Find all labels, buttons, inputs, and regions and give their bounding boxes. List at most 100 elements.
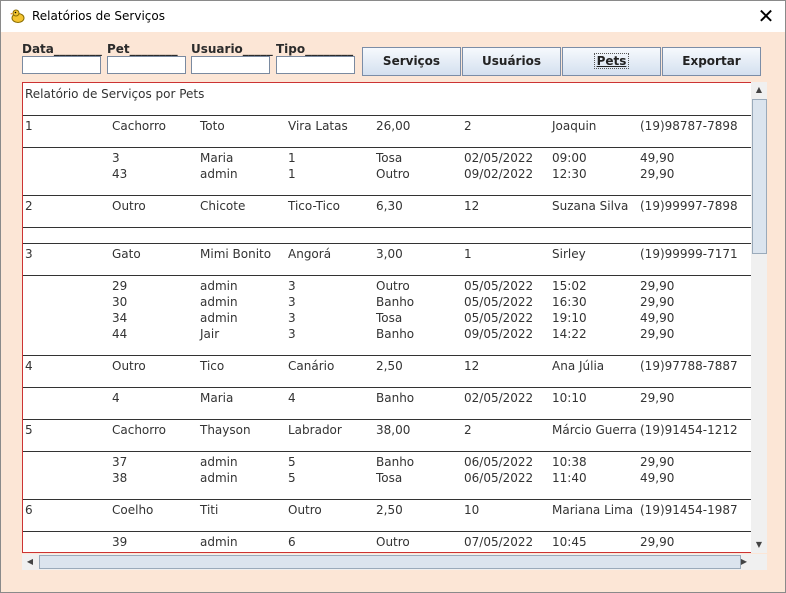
service-row-cell: Banho (376, 327, 415, 341)
service-row-cell: Jair (200, 327, 220, 341)
pet-row-cell: Cachorro (112, 119, 167, 133)
service-row-cell: 3 (288, 327, 296, 341)
pet-row: 5 Cachorro Thayson Labrador 38,00 2 Márcio Gue… (23, 423, 751, 439)
service-row-cell: 4 (288, 391, 296, 405)
service-row-cell: Tosa (376, 311, 403, 325)
pet-row: 3 Gato Mimi Bonito Angorá 3,00 1 Sirley (19)999… (23, 247, 751, 263)
row-separator (23, 115, 751, 116)
pet-row: 4 Outro Tico Canário 2,50 12 Ana Júlia (19)9778… (23, 359, 751, 375)
service-row-cell: 37 (112, 455, 128, 469)
filter-label-tipo: Tipo________ (276, 42, 354, 56)
pet-row-cell: 10 (464, 503, 480, 517)
pet-row-cell: 38,00 (376, 423, 411, 437)
close-icon[interactable]: ✕ (755, 4, 777, 28)
service-row-cell: 02/05/2022 (464, 151, 534, 165)
pet-row-cell: 2 (25, 199, 33, 213)
pet-row-cell: Coelho (112, 503, 154, 517)
pet-row-cell: 2 (464, 119, 472, 133)
service-row-cell: 3 (288, 295, 296, 309)
service-row-cell: 19:10 (552, 311, 587, 325)
scroll-right-icon[interactable]: ▶ (736, 554, 752, 570)
service-row-cell: 15:02 (552, 279, 587, 293)
pet-row: 2 Outro Chicote Tico-Tico 6,30 12 Suzana Silva… (23, 199, 751, 215)
vertical-scroll-thumb[interactable] (752, 99, 767, 254)
pet-row-cell: 6,30 (376, 199, 403, 213)
pet-row-cell: 3,00 (376, 247, 403, 261)
app-duck-icon (10, 9, 25, 23)
service-row-cell: 6 (288, 535, 296, 549)
scroll-up-icon[interactable]: ▲ (751, 82, 767, 98)
pet-row-cell: 1 (25, 119, 33, 133)
service-row-cell: 3 (112, 151, 120, 165)
service-row-cell: 29,90 (640, 327, 675, 341)
pets-button[interactable]: Pets (562, 47, 661, 76)
service-row-cell: 34 (112, 311, 128, 325)
service-row-cell: Outro (376, 167, 410, 181)
pet-row-cell: 12 (464, 199, 480, 213)
service-row-cell: 38 (112, 471, 128, 485)
pet-row-cell: Joaquin (552, 119, 597, 133)
service-row: 38 admin 5 Tosa 06/05/2022 11:40 49,90 (23, 471, 751, 487)
service-row-cell: admin (200, 167, 238, 181)
service-row-cell: 10:45 (552, 535, 587, 549)
vertical-scrollbar[interactable]: ▲ ▼ (751, 82, 767, 553)
pet-row-cell: 3 (25, 247, 33, 261)
pet-row-cell: 4 (25, 359, 33, 373)
service-row: 29 admin 3 Outro 05/05/2022 15:02 29,90 (23, 279, 751, 295)
exportar-button[interactable]: Exportar (662, 47, 761, 76)
tipo-field[interactable] (276, 56, 355, 74)
pet-row-cell: Angorá (288, 247, 332, 261)
service-row-cell: admin (200, 535, 238, 549)
service-row-cell: 5 (288, 471, 296, 485)
service-row: 34 admin 3 Tosa 05/05/2022 19:10 49,90 (23, 311, 751, 327)
usuarios-button[interactable]: Usuários (462, 47, 561, 76)
horizontal-scroll-thumb[interactable] (39, 555, 741, 569)
service-row-cell: admin (200, 455, 238, 469)
service-row-cell: 29,90 (640, 455, 675, 469)
report-area[interactable]: Relatório de Serviços por Pets 1 Cachorro… (22, 82, 752, 553)
service-row: 3 Maria 1 Tosa 02/05/2022 09:00 49,90 (23, 151, 751, 167)
service-row-cell: 10:10 (552, 391, 587, 405)
row-separator (23, 147, 751, 148)
report-window: Relatórios de Serviços ✕ Data________ Pe… (0, 0, 786, 593)
service-row-cell: admin (200, 295, 238, 309)
pet-row-cell: Canário (288, 359, 335, 373)
pet-row-cell: Márcio Guerra (552, 423, 637, 437)
service-row-cell: Banho (376, 391, 415, 405)
scroll-left-icon[interactable]: ◀ (22, 554, 38, 570)
pet-row-cell: Tico-Tico (288, 199, 340, 213)
service-row-cell: 49,90 (640, 151, 675, 165)
service-row-cell: 45 (112, 551, 127, 552)
pet-row-cell: Ana Júlia (552, 359, 605, 373)
row-separator (23, 387, 751, 388)
pet-row-cell: 1 (464, 247, 472, 261)
pet-row-cell: Suzana Silva (552, 199, 629, 213)
report-heading: Relatório de Serviços por Pets (25, 87, 205, 101)
service-row-cell: 06/05/2022 (464, 471, 534, 485)
service-row-cell: 6 (288, 551, 296, 552)
servicos-button[interactable]: Serviços (362, 47, 461, 76)
service-row-cell: Tosa (376, 551, 402, 552)
usuario-field[interactable] (191, 56, 270, 74)
service-row-cell: Banho (376, 455, 415, 469)
service-row-cell: 4 (112, 391, 120, 405)
scroll-down-icon[interactable]: ▼ (751, 537, 767, 553)
service-row-cell: 05/05/2022 (464, 295, 534, 309)
service-row-cell: 07/05/2022 (464, 535, 534, 549)
service-row: 39 admin 6 Outro 07/05/2022 10:45 29,90 (23, 535, 751, 551)
data-field[interactable] (22, 56, 101, 74)
pet-field[interactable] (107, 56, 186, 74)
service-row-cell: 49,90 (640, 471, 675, 485)
service-row-cell: 12:30 (552, 167, 587, 181)
service-row-cell: 09/05/2022 (464, 551, 533, 552)
service-row-cell: 29,90 (640, 279, 675, 293)
pet-row-cell: 12 (464, 359, 480, 373)
service-row-cell: 29,90 (640, 535, 675, 549)
window-title: Relatórios de Serviços (32, 9, 165, 23)
title-bar: Relatórios de Serviços ✕ (1, 1, 785, 32)
pet-row-cell: Sirley (552, 247, 586, 261)
row-separator (23, 243, 751, 244)
horizontal-scrollbar[interactable]: ◀ ▶ (22, 554, 752, 570)
service-row-cell: Tosa (376, 151, 403, 165)
service-row: 45 Jair 6 Tosa 09/05/2022 14:35 49,90 (23, 551, 751, 552)
